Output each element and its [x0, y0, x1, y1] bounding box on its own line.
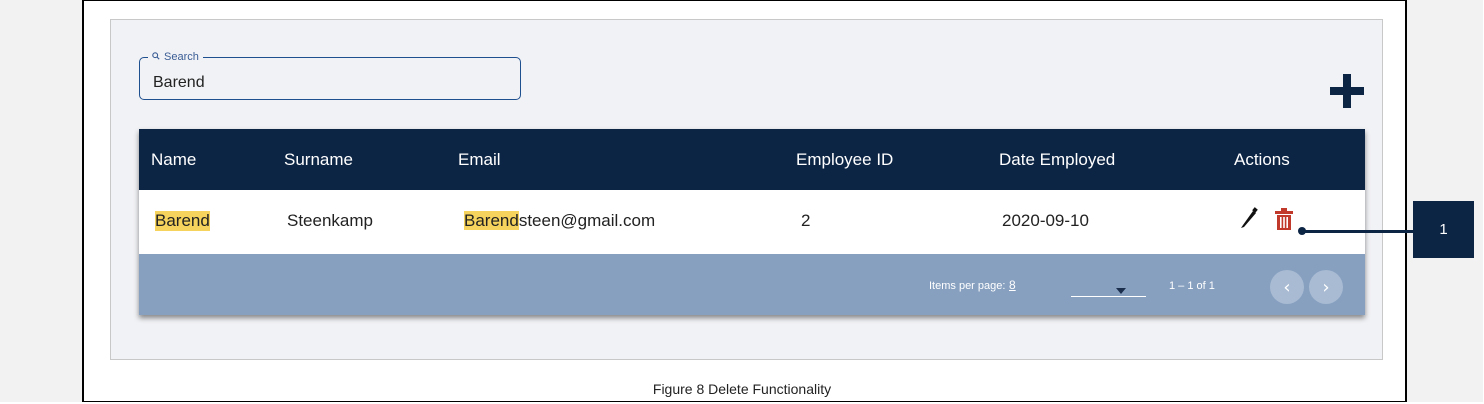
- cell-employee-id: 2: [801, 211, 811, 230]
- cell-email: Barendsteen@gmail.com: [464, 211, 655, 231]
- items-per-page-select[interactable]: 8: [1009, 278, 1016, 292]
- cell-name: Barend: [155, 211, 210, 231]
- column-header-surname[interactable]: Surname: [284, 150, 353, 170]
- column-header-employee-id[interactable]: Employee ID: [796, 150, 893, 170]
- callout-number: 1: [1413, 201, 1474, 258]
- pencil-icon: [1239, 207, 1259, 233]
- employee-table: Name Surname Email Employee ID Date Empl…: [139, 129, 1365, 315]
- edit-button[interactable]: [1239, 207, 1259, 234]
- cell-surname: Steenkamp: [287, 211, 373, 230]
- column-header-date-employed[interactable]: Date Employed: [999, 150, 1115, 170]
- column-header-email[interactable]: Email: [458, 150, 501, 170]
- callout-line: [1302, 230, 1413, 233]
- column-header-name[interactable]: Name: [151, 150, 196, 170]
- cell-date-employed: 2020-09-10: [1002, 211, 1089, 230]
- figure-caption: Figure 8 Delete Functionality: [652, 381, 832, 397]
- email-rest: steen@gmail.com: [518, 211, 656, 230]
- previous-page-button[interactable]: ‹: [1270, 270, 1304, 304]
- column-header-actions: Actions: [1234, 150, 1290, 169]
- email-highlight: Barend: [464, 211, 519, 230]
- search-label: Search: [148, 51, 203, 63]
- trash-icon: [1275, 208, 1293, 234]
- search-value[interactable]: Barend: [153, 74, 205, 92]
- delete-button[interactable]: [1275, 208, 1293, 235]
- page-range: 1 – 1 of 1: [1169, 280, 1215, 292]
- plus-icon: [1330, 74, 1364, 112]
- paginator: Items per page: 8 1 – 1 of 1 ‹ ›: [139, 254, 1365, 315]
- next-page-button[interactable]: ›: [1309, 270, 1343, 304]
- select-underline: [1071, 296, 1146, 297]
- search-icon: [152, 51, 160, 63]
- items-per-page-label: Items per page:: [929, 280, 1006, 292]
- left-margin-column: [0, 0, 84, 402]
- table-row: Barend Steenkamp Barendsteen@gmail.com 2…: [139, 190, 1365, 254]
- add-employee-button[interactable]: [1330, 74, 1364, 108]
- table-header: Name Surname Email Employee ID Date Empl…: [139, 129, 1365, 190]
- search-label-text: Search: [164, 51, 199, 63]
